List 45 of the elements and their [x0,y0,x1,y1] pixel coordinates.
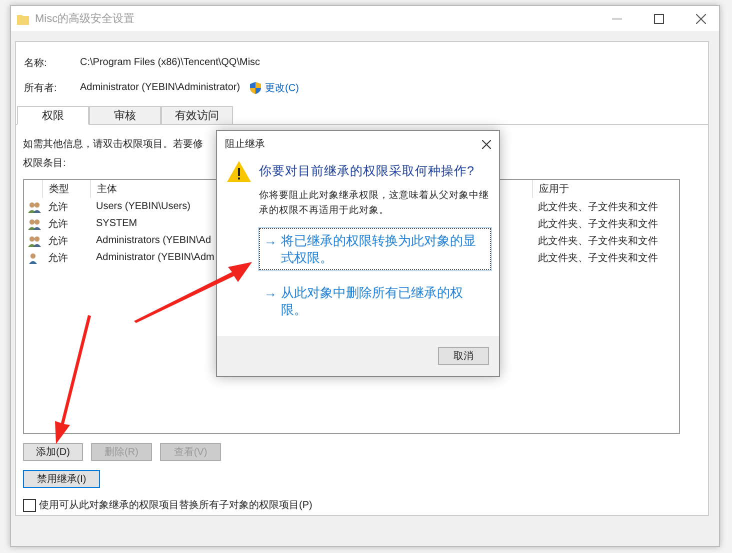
table-cell-text: 此文件夹、子文件夹和文件 [538,200,658,214]
name-label: 名称: [24,56,48,70]
dialog-description: 你将要阻止此对象继承权限，这意味着从父对象中继承的权限不再适用于此对象。 [259,189,490,218]
tab[interactable]: 有效访问 [161,106,233,124]
cancel-button[interactable]: 取消 [438,347,489,365]
folder-icon [17,12,29,24]
column-header[interactable]: 类型 [42,180,90,198]
info-text: 如需其他信息，请双击权限项目。若要修 [23,138,203,152]
dialog-title: 阻止继承 [225,138,265,151]
table-cell: Administrators (YEBIN\Ad [96,235,212,246]
table-cell-text: 允许 [48,200,68,214]
users-icon [27,234,41,246]
shield-icon [250,82,262,94]
window-title: Misc的高级安全设置 [35,12,136,26]
command-link[interactable]: → 将已继承的权限转换为此对象的显式权限。 [259,228,491,270]
action-button[interactable]: 添加(D) [23,443,83,461]
command-link[interactable]: → 从此对象中删除所有已继承的权限。 [259,280,491,322]
dialog-heading: 你要对目前继承的权限采取何种操作? [259,163,474,180]
entries-label: 权限条目: [23,156,66,171]
close-icon[interactable] [696,14,706,24]
owner-value: Administrator (YEBIN\Administrator) [80,82,240,93]
column-header[interactable]: 应用于 [532,180,679,198]
warning-icon [227,161,251,182]
table-cell: Users (YEBIN\Users) [96,201,190,212]
tab[interactable]: 权限 [17,106,89,125]
table-cell: Administrator (YEBIN\Adm [96,252,214,263]
maximize-icon[interactable] [654,14,664,24]
checkbox[interactable] [23,498,36,512]
table-cell: SYSTEM [96,218,138,229]
table-cell-text: 允许 [48,218,68,230]
table-cell-text: 允许 [48,252,68,264]
table-cell-text: 允许 [48,234,68,248]
owner-label: 所有者: [24,82,58,94]
users-icon [27,200,41,212]
users-icon [27,218,41,230]
table-cell-text: 此文件夹、子文件夹和文件 [538,234,658,248]
close-icon[interactable] [482,140,491,148]
checkbox-label: 使用可从此对象继承的权限项目替换所有子对象的权限项目(P) [39,498,312,512]
user-icon [28,252,38,264]
table-cell-text: 此文件夹、子文件夹和文件 [538,252,658,264]
name-value: C:\Program Files (x86)\Tencent\QQ\Misc [80,57,260,68]
table-cell-text: 此文件夹、子文件夹和文件 [538,218,658,230]
disable-inheritance-button[interactable]: 禁用继承(I) [23,470,100,488]
tab[interactable]: 审核 [89,106,161,124]
change-owner-link[interactable]: 更改(C) [265,80,299,94]
